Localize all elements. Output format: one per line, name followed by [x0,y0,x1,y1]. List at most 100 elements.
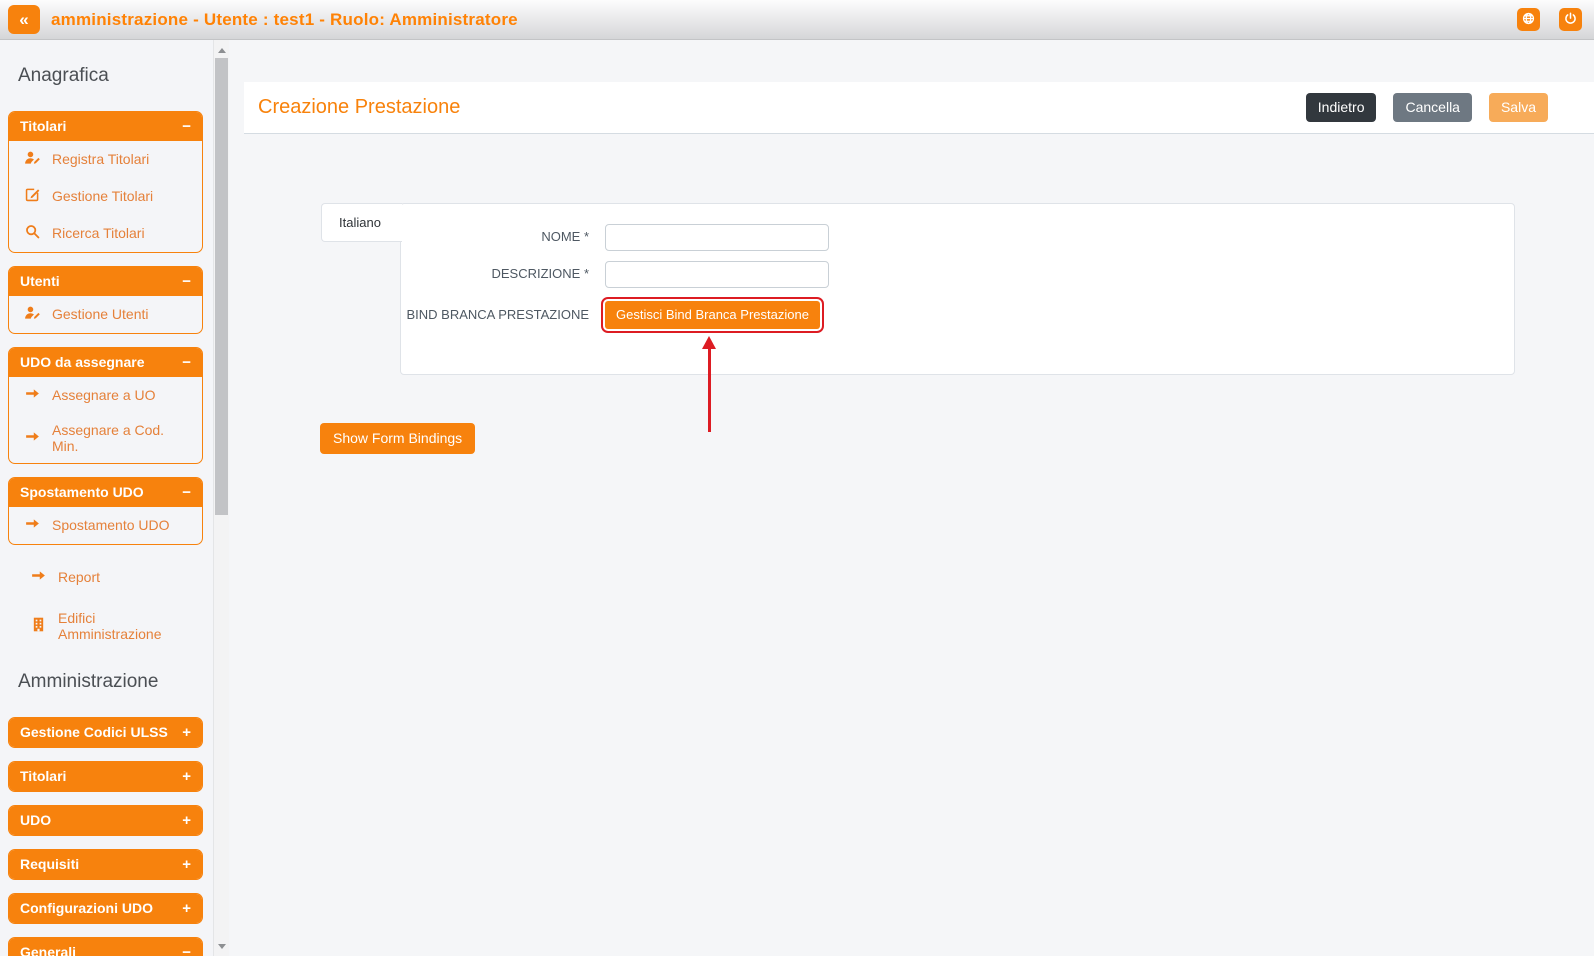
sidebar-item-edifici-amministrazione[interactable]: Edifici Amministrazione [15,602,203,651]
sidebar-item-ricerca-titolari[interactable]: Ricerca Titolari [9,215,202,252]
topbar-actions [1517,8,1582,31]
sidebar-item-assegnare-a-uo[interactable]: Assegnare a UO [9,377,202,414]
sidebar-panel-spostamento-udo-header[interactable]: Spostamento UDO − [9,478,202,507]
sidebar-heading-anagrafica: Anagrafica [18,65,109,86]
search-icon [24,223,41,243]
plus-icon[interactable]: + [182,813,191,828]
prestazione-form-panel: Italiano NOME * DESCRIZIONE * BIND BRANC… [321,203,1515,375]
minus-icon[interactable]: − [182,355,191,370]
sidebar-item-label: Report [58,569,101,585]
sidebar-panel-generali-header[interactable]: Generali − [9,938,202,956]
sidebar-item-label: Assegnare a Cod. Min. [52,422,165,454]
app-title: amministrazione - Utente : test1 - Ruolo… [51,9,518,29]
cancella-button[interactable]: Cancella [1393,93,1472,122]
sidebar-panel-spostamento-udo: Spostamento UDO − Spostamento UDO [8,477,203,545]
scrollbar-up-arrow-icon[interactable] [214,42,230,58]
sidebar-item-registra-titolari[interactable]: Registra Titolari [9,141,202,178]
panel-label: UDO [20,812,52,828]
minus-icon[interactable]: − [182,485,191,500]
sidebar-panel-gestione-codici-ulss-header[interactable]: Gestione Codici ULSS + [9,718,202,747]
plus-icon[interactable]: + [182,901,191,916]
form-row-bind-branca: BIND BRANCA PRESTAZIONE Gestisci Bind Br… [401,297,1514,333]
sidebar-item-label: Spostamento UDO [52,517,170,533]
page-header: Creazione Prestazione Indietro Cancella … [244,82,1594,134]
sidebar-item-label: Edifici Amministrazione [58,610,162,642]
sidebar-panel-requisiti: Requisiti + [8,849,203,880]
show-form-bindings-button[interactable]: Show Form Bindings [320,423,476,454]
descrizione-label: DESCRIZIONE * [491,266,589,282]
sidebar-panel-udo-da-assegnare: UDO da assegnare − Assegnare a UO Assegn… [8,347,203,464]
language-globe-button[interactable] [1517,8,1540,31]
sidebar-heading-amministrazione: Amministrazione [18,671,159,692]
panel-label: Spostamento UDO [20,484,144,500]
panel-label: Utenti [20,273,60,289]
user-edit-icon [24,304,41,324]
panel-label: Titolari [20,768,67,784]
page-title: Creazione Prestazione [258,96,461,118]
gestisci-bind-branca-button[interactable]: Gestisci Bind Branca Prestazione [601,297,824,333]
descrizione-input[interactable] [605,261,829,288]
scrollbar-thumb[interactable] [215,58,228,515]
power-icon [1563,11,1578,29]
sidebar-item-label: Gestione Utenti [52,306,149,322]
arrow-right-icon [24,515,41,535]
minus-icon[interactable]: − [182,119,191,134]
sidebar-panel-titolari-header[interactable]: Titolari − [9,112,202,141]
sidebar-panel-utenti: Utenti − Gestione Utenti [8,266,203,334]
sidebar-scrollbar[interactable] [213,40,229,956]
sidebar-panel-gestione-codici-ulss: Gestione Codici ULSS + [8,717,203,748]
plus-icon[interactable]: + [182,857,191,872]
sidebar-panel-udo-header[interactable]: UDO + [9,806,202,835]
form-row-nome: NOME * [401,224,1514,251]
sidebar-collapse-button[interactable]: « [8,5,40,34]
tab-italiano[interactable]: Italiano [321,203,402,242]
sidebar-panel-titolari: Titolari − Registra Titolari Gestione Ti… [8,111,203,253]
sidebar-item-report[interactable]: Report [15,559,203,596]
logout-power-button[interactable] [1559,8,1582,31]
indietro-button[interactable]: Indietro [1305,93,1377,122]
panel-label: Requisiti [20,856,80,872]
building-icon [30,616,47,636]
sidebar-panel-utenti-header[interactable]: Utenti − [9,267,202,296]
page-actions: Indietro Cancella Salva [1305,93,1548,122]
nome-input[interactable] [605,224,829,251]
scrollbar-down-arrow-icon[interactable] [214,938,230,954]
sidebar-panel-udo-da-assegnare-header[interactable]: UDO da assegnare − [9,348,202,377]
sidebar-item-spostamento-udo[interactable]: Spostamento UDO [9,507,202,544]
sidebar-item-label: Gestione Titolari [52,188,154,204]
minus-icon[interactable]: − [182,945,191,956]
nome-label: NOME * [541,229,589,245]
plus-icon[interactable]: + [182,769,191,784]
minus-icon[interactable]: − [182,274,191,289]
panel-label: Generali [20,944,77,956]
main-content: Creazione Prestazione Indietro Cancella … [230,40,1594,956]
arrow-right-icon [24,428,41,448]
sidebar-item-assegnare-a-cod-min[interactable]: Assegnare a Cod. Min. [9,414,202,463]
globe-icon [1521,11,1536,29]
sidebar-item-label: Registra Titolari [52,151,150,167]
panel-label: Gestione Codici ULSS [20,724,168,740]
sidebar: Anagrafica Titolari − Registra Titolari … [0,40,230,956]
sidebar-panel-configurazioni-udo-header[interactable]: Configurazioni UDO + [9,894,202,923]
sidebar-item-gestione-titolari[interactable]: Gestione Titolari [9,178,202,215]
salva-button[interactable]: Salva [1488,93,1548,122]
sidebar-panel-titolari-admin: Titolari + [8,761,203,792]
sidebar-panel-requisiti-header[interactable]: Requisiti + [9,850,202,879]
plus-icon[interactable]: + [182,725,191,740]
sidebar-item-label: Assegnare a UO [52,387,156,403]
sidebar-item-gestione-utenti[interactable]: Gestione Utenti [9,296,202,333]
sidebar-panel-titolari-admin-header[interactable]: Titolari + [9,762,202,791]
form-row-descrizione: DESCRIZIONE * [401,261,1514,288]
arrow-right-icon [24,385,41,405]
panel-label: Configurazioni UDO [20,900,153,916]
edit-square-icon [24,186,41,206]
user-edit-icon [24,149,41,169]
panel-label: UDO da assegnare [20,354,145,370]
bind-branca-label: BIND BRANCA PRESTAZIONE [406,307,589,322]
sidebar-panel-configurazioni-udo: Configurazioni UDO + [8,893,203,924]
panel-label: Titolari [20,118,67,134]
sidebar-panel-udo: UDO + [8,805,203,836]
sidebar-panel-generali: Generali − Direzioni [8,937,203,956]
arrow-right-icon [30,567,47,587]
topbar: « amministrazione - Utente : test1 - Ruo… [0,0,1594,40]
